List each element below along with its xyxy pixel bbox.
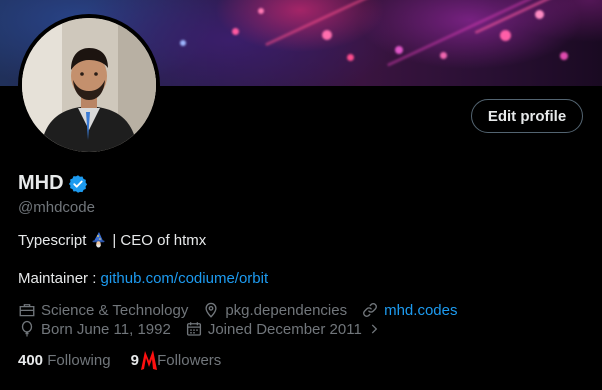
maintainer-link[interactable]: github.com/codiume/orbit xyxy=(101,270,269,287)
profile-meta-row-1: Science & Technology pkg.dependencies mh… xyxy=(18,301,471,319)
category-text: Science & Technology xyxy=(41,301,189,319)
profile-photo xyxy=(22,18,156,152)
verified-badge-icon[interactable] xyxy=(68,174,88,194)
maintainer-label: Maintainer : xyxy=(18,270,97,287)
profile-avatar[interactable] xyxy=(18,14,160,156)
edit-profile-button[interactable]: Edit profile xyxy=(471,99,583,133)
redaction-scribble-icon xyxy=(140,350,157,370)
birthday-text: Born June 11, 1992 xyxy=(41,320,171,338)
website-link[interactable]: mhd.codes xyxy=(384,302,457,319)
profile-bio: Typescript | CEO of htmx xyxy=(18,231,206,249)
followers-label: Followers xyxy=(157,352,222,369)
location-pin-icon xyxy=(205,302,217,318)
birthday-item: Born June 11, 1992 xyxy=(18,320,171,338)
wizard-emoji-icon xyxy=(92,232,105,248)
maintainer-line: Maintainer : github.com/codiume/orbit xyxy=(18,270,268,287)
following-label: Following xyxy=(47,352,111,369)
bio-text-prefix: Typescript xyxy=(18,231,87,249)
followers-count: 9 xyxy=(130,352,139,369)
link-icon xyxy=(363,303,378,317)
followers-stat[interactable]: 9 Followers xyxy=(130,350,222,370)
joined-text: Joined December 2011 xyxy=(207,320,362,338)
profile-handle: @mhdcode xyxy=(18,199,95,216)
location-item: pkg.dependencies xyxy=(202,301,347,319)
bio-text-suffix: | CEO of htmx xyxy=(112,231,207,249)
chevron-right-icon xyxy=(371,324,378,334)
profile-meta-row-2: Born June 11, 1992 Joined December 2011 xyxy=(18,320,395,338)
balloon-icon xyxy=(21,320,33,337)
joined-item[interactable]: Joined December 2011 xyxy=(185,320,381,338)
following-stat[interactable]: 400 Following xyxy=(18,352,111,369)
location-text: pkg.dependencies xyxy=(225,301,348,319)
category-item: Science & Technology xyxy=(18,301,188,319)
profile-name-row: MHD xyxy=(18,172,88,195)
calendar-icon xyxy=(186,322,201,336)
profile-stats: 400 Following 9 Followers xyxy=(18,350,222,370)
briefcase-icon xyxy=(19,304,35,317)
following-count: 400 xyxy=(18,352,44,369)
website-item: mhd.codes xyxy=(361,301,457,319)
display-name: MHD xyxy=(18,172,64,194)
